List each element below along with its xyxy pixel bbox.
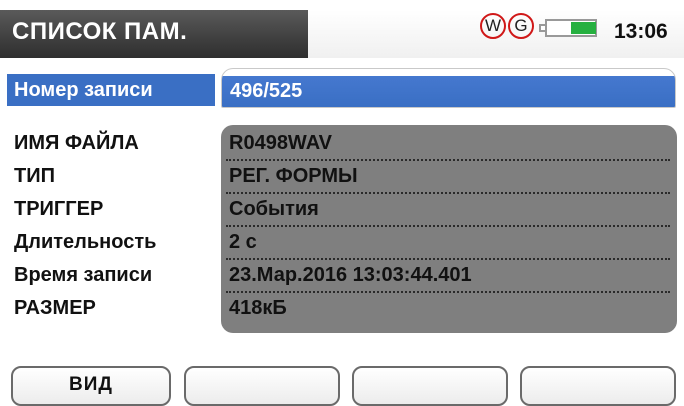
type-value: РЕГ. ФОРМЫ — [229, 165, 358, 187]
details-panel — [221, 125, 677, 333]
screen-title: СПИСОК ПАМ. — [12, 18, 188, 45]
row-divider — [226, 192, 670, 194]
filename-label: ИМЯ ФАЙЛА — [14, 132, 139, 154]
duration-label: Длительность — [14, 231, 157, 253]
record-time-value: 23.Мар.2016 13:03:44.401 — [229, 264, 472, 286]
softkey-2-button[interactable] — [184, 366, 340, 406]
row-divider — [226, 159, 670, 161]
clock: 13:06 — [614, 20, 668, 43]
g-indicator-icon: G — [508, 13, 534, 39]
type-label: ТИП — [14, 165, 55, 187]
row-divider — [226, 291, 670, 293]
record-time-label: Время записи — [14, 264, 153, 286]
w-indicator-icon: W — [480, 13, 506, 39]
view-button[interactable]: ВИД — [11, 366, 171, 406]
filename-value: R0498WAV — [229, 132, 333, 154]
row-divider — [226, 225, 670, 227]
size-label: РАЗМЕР — [14, 297, 96, 319]
trigger-label: ТРИГГЕР — [14, 198, 104, 220]
softkey-3-button[interactable] — [352, 366, 508, 406]
battery-fill — [571, 22, 596, 34]
trigger-value: События — [229, 198, 319, 220]
battery-icon — [539, 19, 599, 37]
softkey-4-button[interactable] — [520, 366, 676, 406]
size-value: 418кБ — [229, 297, 287, 319]
view-button-label: ВИД — [69, 374, 113, 395]
status-bar: СПИСОК ПАМ. W G 13:06 — [0, 0, 684, 58]
record-number-value: 496/525 — [230, 80, 303, 102]
record-number-label: Номер записи — [7, 74, 215, 106]
row-divider — [226, 258, 670, 260]
duration-value: 2 с — [229, 231, 257, 253]
